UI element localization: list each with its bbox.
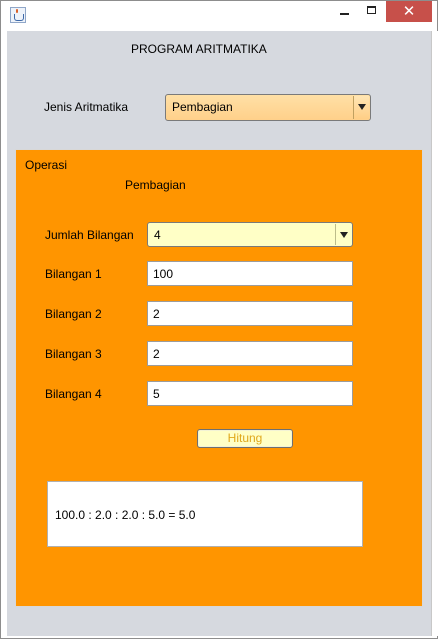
title-bar[interactable]: ✕ <box>1 1 437 30</box>
maximize-button[interactable] <box>358 1 385 22</box>
operation-name: Pembagian <box>125 178 186 192</box>
jenis-aritmatika-dropdown[interactable]: Pembagian <box>165 94 371 121</box>
bilangan-1-label: Bilangan 1 <box>45 267 102 281</box>
jenis-aritmatika-label: Jenis Aritmatika <box>44 100 129 114</box>
maximize-icon <box>367 6 376 14</box>
bilangan-3-label: Bilangan 3 <box>45 347 102 361</box>
chevron-down-icon[interactable] <box>353 96 369 119</box>
bilangan-2-label: Bilangan 2 <box>45 307 102 321</box>
main-content: PROGRAM ARITMATIKA Jenis Aritmatika Pemb… <box>7 31 431 636</box>
bilangan-4-input[interactable]: 5 <box>147 381 353 406</box>
close-icon: ✕ <box>402 2 416 20</box>
window-edge <box>431 31 438 636</box>
jumlah-bilangan-dropdown[interactable]: 4 <box>147 222 353 247</box>
operasi-panel-title: Operasi <box>25 158 68 172</box>
jumlah-bilangan-value: 4 <box>154 228 161 242</box>
bilangan-3-input[interactable]: 2 <box>147 341 353 366</box>
minimize-button[interactable] <box>331 1 358 22</box>
result-output: 100.0 : 2.0 : 2.0 : 5.0 = 5.0 <box>47 481 363 547</box>
java-cup-icon[interactable] <box>10 7 26 23</box>
hitung-button[interactable]: Hitung <box>197 429 293 448</box>
page-title: PROGRAM ARITMATIKA <box>131 42 267 56</box>
bilangan-4-label: Bilangan 4 <box>45 387 102 401</box>
jumlah-bilangan-label: Jumlah Bilangan <box>45 228 134 242</box>
jenis-aritmatika-value: Pembagian <box>172 100 233 114</box>
chevron-down-icon[interactable] <box>335 224 351 245</box>
close-button[interactable]: ✕ <box>386 1 432 22</box>
minimize-icon <box>340 13 349 15</box>
bilangan-1-input[interactable]: 100 <box>147 261 353 286</box>
app-window: ✕ PROGRAM ARITMATIKA Jenis Aritmatika Pe… <box>0 0 438 639</box>
operasi-panel: Operasi Pembagian Jumlah Bilangan 4 Bila… <box>15 149 423 607</box>
bilangan-2-input[interactable]: 2 <box>147 301 353 326</box>
